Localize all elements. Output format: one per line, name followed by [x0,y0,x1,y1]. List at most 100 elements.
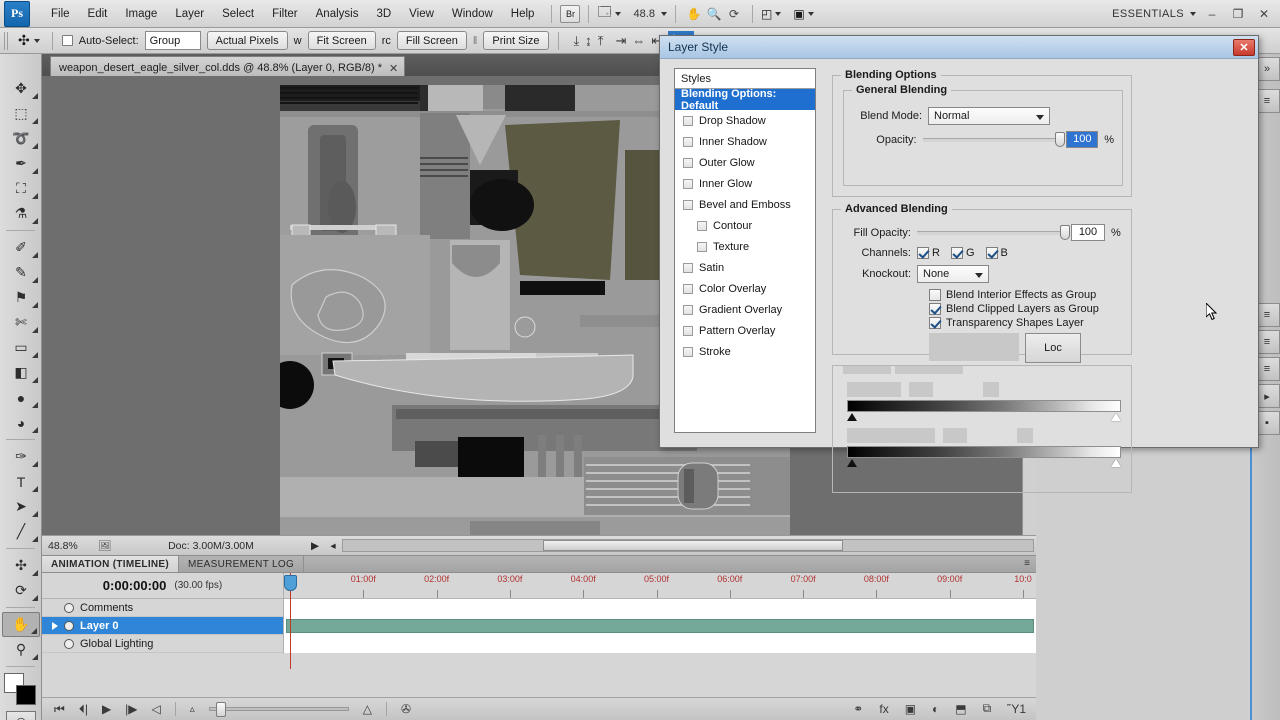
timeline-row-comments[interactable]: Comments [42,598,1036,617]
menu-item-image[interactable]: Image [116,4,166,24]
quick-mask-toggle[interactable]: ◎ [6,711,36,720]
link-layers-icon[interactable]: ⚭ [853,702,863,716]
menu-item-edit[interactable]: Edit [79,4,117,24]
channel-b[interactable]: B [985,247,1008,259]
fill-opacity-input[interactable]: 100 [1071,224,1105,241]
channel-g[interactable]: G [950,247,975,259]
view-extras-button[interactable]: 🗔 [597,3,621,25]
style-enable-checkbox[interactable] [683,136,693,147]
add-layer-mask-icon[interactable]: ▣ [905,702,916,716]
timeline-ruler[interactable]: 01:00f 02:00f 03:00f 04:00f 05:00f 06:00f 07:0… [283,573,1036,669]
close-button[interactable]: ✕ [1254,5,1274,23]
zoom-tool[interactable]: ⚲ [2,637,40,662]
arrange-documents-button[interactable]: ◰ [761,7,782,21]
hand-tool[interactable]: ✋ [2,612,40,637]
crop-tool[interactable]: ⛶ [2,176,40,201]
style-enable-checkbox[interactable] [683,157,693,168]
delete-layer-icon[interactable]: Ὕ1 [1007,702,1026,716]
screen-mode-button[interactable]: ▣ [793,7,814,21]
slider-knob[interactable] [215,702,226,717]
zoom-level-control[interactable]: 48.8 [631,8,667,20]
restore-button[interactable]: ❐ [1228,5,1248,23]
style-item-bevel-and-emboss[interactable]: Bevel and Emboss [675,194,815,215]
layer-thumbnail-icon[interactable] [64,620,74,631]
checkbox-row-blend-interior-effects-as-group[interactable]: Blend Interior Effects as Group [929,289,1123,301]
this-layer-gradient-bar[interactable] [847,400,1121,412]
convert-to-frame-animation-icon[interactable]: ✇ [401,702,411,716]
underlying-white-slider[interactable] [1111,459,1121,467]
style-item-color-overlay[interactable]: Color Overlay [675,278,815,299]
channel-b-checkbox[interactable] [985,247,998,259]
previous-frame-button[interactable]: ⏴| [79,702,88,717]
underlying-black-slider[interactable] [847,459,857,467]
checkbox-row-transparency-shapes-layer[interactable]: Transparency Shapes Layer [929,317,1123,329]
first-frame-button[interactable]: ⏮ [54,702,65,717]
align-left-edges-icon[interactable]: ⇥ [616,33,627,49]
style-item-stroke[interactable]: Stroke [675,341,815,362]
expand-triangle-icon[interactable] [52,621,58,630]
background-color-swatch[interactable] [16,685,36,705]
rectangular-marquee-tool[interactable]: ⬚ [2,101,40,126]
auto-select-target-select[interactable]: Group [144,31,201,50]
blend-clipped-layers-as-group-checkbox[interactable] [929,303,941,315]
menu-item-layer[interactable]: Layer [166,4,213,24]
active-tool-indicator[interactable]: ✣ [15,32,43,49]
dialog-close-button[interactable]: ✕ [1233,38,1255,56]
timeline-tab-measurement-log[interactable]: MEASUREMENT LOG [179,556,305,572]
menu-item-3d[interactable]: 3D [367,4,400,24]
align-horizontal-centers-icon[interactable]: ⇔ [632,33,645,48]
style-enable-checkbox[interactable] [697,241,707,252]
minimize-button[interactable]: – [1202,5,1222,23]
actual-pixels-button[interactable]: Actual Pixels [206,31,288,50]
document-tab[interactable]: weapon_desert_eagle_silver_col.dds @ 48.… [50,56,406,76]
rotate-view-tool-icon[interactable]: ⟳ [724,5,744,23]
channel-r[interactable]: R [917,247,940,259]
color-swatches[interactable] [2,673,40,707]
menu-item-select[interactable]: Select [213,4,263,24]
style-item-contour[interactable]: Contour [675,215,815,236]
dodge-tool[interactable]: ◕ [2,410,40,435]
audio-button[interactable]: ◁ [152,702,161,716]
menu-item-view[interactable]: View [400,4,443,24]
menu-item-filter[interactable]: Filter [263,4,307,24]
fill-screen-button[interactable]: Fill Screen [396,31,467,50]
style-enable-checkbox[interactable] [697,220,707,231]
eyedropper-tool[interactable]: ⚗ [2,201,40,226]
options-bar-grip[interactable] [4,31,9,50]
status-expand-icon[interactable]: ▶ [306,540,324,552]
workspace-switcher[interactable]: ESSENTIALS – ❐ ✕ [1112,5,1280,23]
timeline-track[interactable] [283,616,1036,635]
timeline-zoom-slider[interactable] [208,702,349,717]
channel-r-checkbox[interactable] [917,247,929,259]
timecode-area[interactable]: 0:00:00:00 (30.00 fps) [42,573,283,598]
bridge-button[interactable]: Br [560,4,581,23]
new-layer-icon[interactable]: ⧉ [983,701,992,716]
channel-g-checkbox[interactable] [950,247,963,259]
brush-tool[interactable]: ✎ [2,260,40,285]
style-enable-checkbox[interactable] [683,325,693,336]
style-item-gradient-overlay[interactable]: Gradient Overlay [675,299,815,320]
clone-stamp-tool[interactable]: ⚑ [2,285,40,310]
align-top-edges-icon[interactable]: ⤓ [574,33,580,49]
new-group-icon[interactable]: ⬒ [955,702,966,716]
line-shape-tool[interactable]: ╱ [2,519,40,544]
timeline-track[interactable] [283,598,1036,617]
blend-mode-select[interactable]: Normal [928,107,1050,125]
scrollbar-thumb-horizontal[interactable] [543,540,843,551]
menu-item-help[interactable]: Help [502,4,544,24]
style-item-texture[interactable]: Texture [675,236,815,257]
fill-opacity-slider[interactable] [917,224,1070,240]
gradient-tool[interactable]: ◧ [2,360,40,385]
style-enable-checkbox[interactable] [683,346,693,357]
menu-item-analysis[interactable]: Analysis [307,4,368,24]
style-enable-checkbox[interactable] [683,178,693,189]
status-preview-icon[interactable]: 🖼 [94,539,116,552]
print-size-button[interactable]: Print Size [483,31,549,50]
adjustment-layer-icon[interactable]: ◐ [932,702,939,716]
checkbox-row-blend-clipped-layers-as-group[interactable]: Blend Clipped Layers as Group [929,303,1123,315]
blend-interior-effects-as-group-checkbox[interactable] [929,289,941,301]
horizontal-type-tool[interactable]: T [2,469,40,494]
style-enable-checkbox[interactable] [683,115,693,126]
slider-knob[interactable] [1060,224,1070,240]
menu-item-file[interactable]: File [42,4,79,24]
